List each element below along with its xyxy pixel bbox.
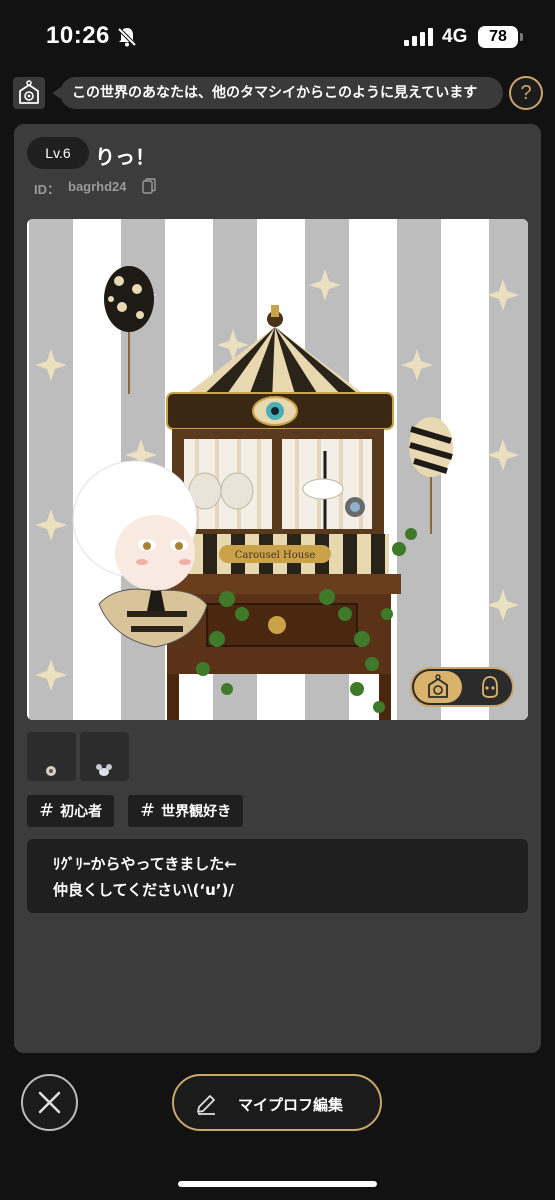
signal-icon: [404, 28, 433, 46]
bell-slash-icon: [117, 27, 137, 47]
notice-message: この世界のあなたは、他のタマシイからこのように見えています: [52, 77, 503, 109]
home-button[interactable]: [13, 77, 45, 109]
avatar-room-icon: [428, 674, 448, 698]
status-bar: 10:26 4G 78: [0, 0, 555, 70]
copy-icon[interactable]: [142, 178, 156, 194]
bio-line: 仲良くしてください\(‘u’)/: [53, 881, 234, 899]
network-type: 4G: [442, 26, 468, 47]
tag-worldview[interactable]: # 世界観好き: [128, 795, 244, 827]
item-thumbnail[interactable]: [27, 732, 76, 781]
tag-label: 初心者: [60, 804, 103, 820]
pencil-icon: [197, 1095, 215, 1115]
hedgehog-icon: [46, 766, 56, 776]
close-icon: [38, 1091, 61, 1114]
level-badge: Lv.6: [27, 137, 89, 169]
carousel-sign: Carousel House: [235, 550, 316, 561]
user-name: りっ！: [95, 145, 155, 169]
status-time: 10:26: [46, 22, 110, 49]
user-id: bagrhd24: [68, 179, 127, 194]
battery-icon: 78: [478, 26, 523, 48]
edit-profile-button[interactable]: マイプロフ編集: [172, 1074, 382, 1131]
tag-beginner[interactable]: # 初心者: [27, 795, 115, 827]
avatar-room-scene: Carousel House: [27, 219, 528, 720]
profile-bio: ﾘｸﾞﾘｰからやってきました← 仲良くしてください\(‘u’)/: [27, 839, 528, 913]
bio-line: ﾘｸﾞﾘｰからやってきました←: [53, 855, 237, 873]
tag-label: 世界観好き: [161, 804, 232, 820]
avatar-face-icon: [482, 676, 498, 698]
profile-card: Lv.6 りっ！ ID： bagrhd24 Carousel House # 初…: [14, 124, 541, 1053]
id-label: ID：: [34, 182, 61, 197]
notice-bar: この世界のあなたは、他のタマシイからこのように見えています ?: [0, 76, 555, 110]
home-indicator: [178, 1181, 377, 1187]
face-view-tab[interactable]: [466, 671, 514, 703]
house-soul-icon: [19, 80, 39, 104]
item-thumbnail[interactable]: [80, 732, 129, 781]
view-toggle[interactable]: [410, 667, 514, 707]
hash-icon: #: [39, 800, 55, 821]
mouse-icon: [96, 764, 112, 776]
help-button[interactable]: ?: [509, 76, 543, 110]
close-button[interactable]: [21, 1074, 78, 1131]
avatar-room-illustration: Carousel House: [27, 219, 528, 720]
edit-profile-label: マイプロフ編集: [238, 1096, 344, 1114]
room-view-tab[interactable]: [414, 671, 462, 703]
hash-icon: #: [140, 800, 156, 821]
